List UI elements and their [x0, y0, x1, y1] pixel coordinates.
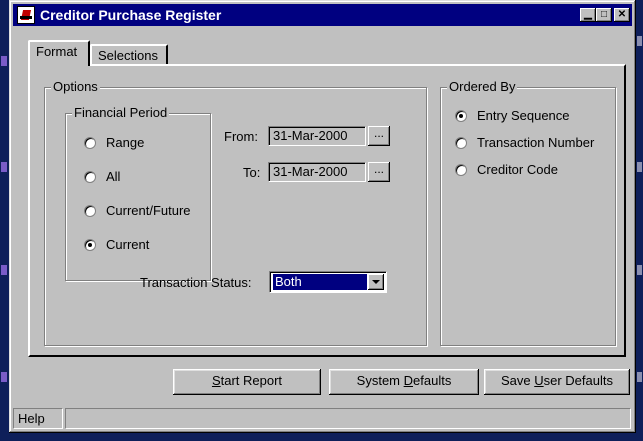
radio-all[interactable]: All	[84, 169, 120, 184]
status-message-pane	[65, 408, 631, 429]
desktop-icon-fragment	[1, 265, 7, 275]
tab-format-label: Format	[36, 44, 78, 59]
desktop-icon-fragment	[1, 56, 7, 66]
to-date-field[interactable]: 31-Mar-2000	[268, 162, 366, 182]
format-tab-panel: Options Financial Period Range All Curre…	[28, 64, 626, 357]
radio-current-label: Current	[106, 237, 150, 252]
tab-format[interactable]: Format	[28, 40, 90, 66]
window-title: Creditor Purchase Register	[40, 7, 222, 23]
from-label: From:	[224, 129, 258, 144]
save-user-defaults-button[interactable]: Save User Defaults	[484, 369, 630, 395]
transaction-status-value: Both	[273, 274, 367, 290]
transaction-status-select[interactable]: Both	[269, 271, 387, 293]
radio-range-label: Range	[106, 135, 145, 150]
title-bar[interactable]: Creditor Purchase Register ▁ □ ✕	[13, 4, 632, 26]
to-label: To:	[243, 165, 261, 180]
radio-entry-sequence-dot[interactable]	[455, 109, 467, 122]
desktop-icon-fragment	[1, 372, 7, 382]
radio-range-dot[interactable]	[84, 136, 96, 149]
start-report-text: tart Report	[220, 373, 283, 388]
desktop-icon-fragment	[1, 162, 7, 172]
tab-selections[interactable]: Selections	[90, 44, 168, 66]
close-icon: ✕	[617, 9, 627, 20]
from-date-field[interactable]: 31-Mar-2000	[268, 126, 366, 146]
save-user-defaults-accel: U	[534, 373, 544, 388]
status-help-pane: Help	[13, 408, 63, 429]
system-defaults-accel: D	[403, 373, 414, 388]
financial-period-group: Financial Period Range All Current/Futur…	[65, 105, 211, 281]
desktop-icon-fragment	[637, 265, 642, 275]
radio-transaction-number[interactable]: Transaction Number	[455, 135, 594, 150]
financial-period-legend: Financial Period	[72, 105, 170, 121]
system-defaults-button[interactable]: System Defaults	[329, 369, 479, 395]
radio-entry-sequence-label: Entry Sequence	[477, 108, 570, 123]
radio-current-future[interactable]: Current/Future	[84, 203, 191, 218]
radio-current[interactable]: Current	[84, 237, 149, 252]
creditor-purchase-register-window: Creditor Purchase Register ▁ □ ✕ Format …	[9, 0, 636, 433]
from-date-browse-button[interactable]: ...	[368, 126, 390, 146]
desktop-icon-fragment	[637, 372, 642, 382]
system-defaults-text: efaults	[413, 373, 452, 388]
options-legend: Options	[51, 79, 100, 95]
system-defaults-pre: System	[356, 373, 404, 388]
radio-current-future-dot[interactable]	[84, 204, 96, 217]
start-report-accel: S	[211, 373, 221, 388]
radio-current-dot[interactable]	[84, 238, 96, 251]
transaction-status-label: Transaction Status:	[140, 275, 252, 290]
maximize-button[interactable]: □	[596, 8, 612, 22]
save-user-defaults-pre: Save	[500, 373, 535, 388]
radio-current-future-label: Current/Future	[106, 203, 191, 218]
ordered-by-legend: Ordered By	[447, 79, 518, 95]
status-help-text: Help	[18, 411, 45, 426]
radio-transaction-number-label: Transaction Number	[477, 135, 595, 150]
close-button[interactable]: ✕	[614, 8, 630, 22]
minimize-icon: ▁	[584, 9, 592, 20]
radio-range[interactable]: Range	[84, 135, 144, 150]
radio-creditor-code[interactable]: Creditor Code	[455, 162, 558, 177]
radio-creditor-code-label: Creditor Code	[477, 162, 558, 177]
minimize-button[interactable]: ▁	[580, 8, 596, 22]
radio-transaction-number-dot[interactable]	[455, 136, 467, 149]
desktop-icon-fragment	[637, 36, 642, 46]
to-date-browse-button[interactable]: ...	[368, 162, 390, 182]
chevron-down-icon[interactable]	[368, 274, 384, 290]
save-user-defaults-text: ser Defaults	[543, 373, 613, 388]
tab-selections-label: Selections	[98, 48, 158, 63]
radio-all-label: All	[106, 169, 121, 184]
start-report-button[interactable]: Start Report	[173, 369, 321, 395]
radio-entry-sequence[interactable]: Entry Sequence	[455, 108, 570, 123]
desktop-bottom-strip	[0, 433, 643, 441]
app-runner-icon[interactable]	[17, 6, 35, 24]
radio-creditor-code-dot[interactable]	[455, 163, 467, 176]
ordered-by-group: Ordered By Entry Sequence Transaction Nu…	[440, 79, 616, 346]
radio-all-dot[interactable]	[84, 170, 96, 183]
maximize-icon: □	[600, 9, 608, 20]
options-group: Options Financial Period Range All Curre…	[44, 79, 427, 346]
desktop-icon-fragment	[637, 162, 642, 172]
